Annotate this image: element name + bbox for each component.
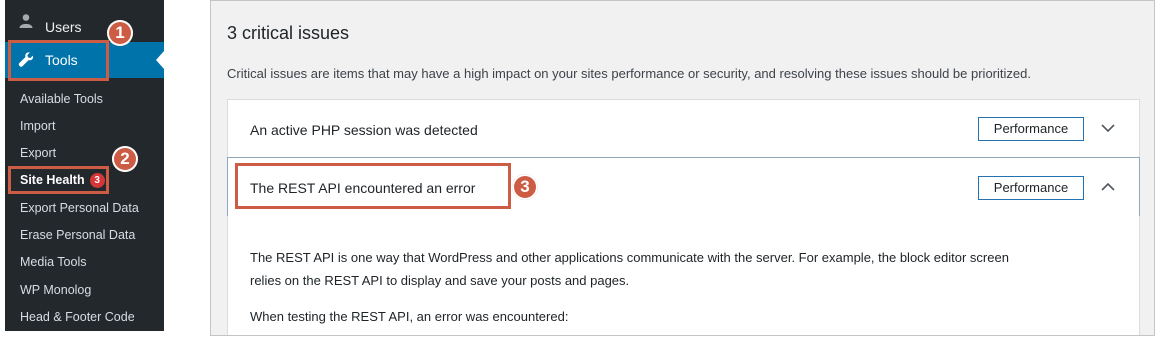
submenu-item-export[interactable]: Export (20, 146, 56, 160)
chevron-up-icon[interactable] (1100, 179, 1116, 195)
users-icon (19, 14, 33, 28)
performance-badge: Performance (978, 176, 1084, 200)
submenu-item-head-footer-code[interactable]: Head & Footer Code (20, 310, 135, 324)
submenu-item-erase-personal-data[interactable]: Erase Personal Data (20, 228, 135, 242)
step-marker-3: 3 (512, 174, 538, 200)
critical-issues-description: Critical issues are items that may have … (227, 66, 1031, 81)
issue-accordion-php-session[interactable]: An active PHP session was detected Perfo… (227, 99, 1140, 158)
step-marker-2: 2 (112, 146, 138, 172)
current-menu-arrow (156, 51, 164, 69)
submenu-item-wp-monolog[interactable]: WP Monolog (20, 283, 91, 297)
highlight-rest-api-issue (235, 163, 511, 209)
issue-title: An active PHP session was detected (250, 122, 478, 138)
highlight-tools (8, 40, 109, 81)
performance-badge: Performance (978, 117, 1084, 141)
submenu-item-media-tools[interactable]: Media Tools (20, 255, 86, 269)
menu-item-users-label: Users (45, 19, 82, 35)
issue-details-text-line: The REST API is one way that WordPress a… (250, 250, 1009, 265)
issue-details-text-line: relies on the REST API to display and sa… (250, 273, 630, 288)
critical-issues-heading: 3 critical issues (227, 23, 350, 43)
issue-details-panel: The REST API is one way that WordPress a… (227, 216, 1140, 335)
submenu-item-import[interactable]: Import (20, 119, 55, 133)
step-marker-1: 1 (107, 20, 133, 46)
chevron-down-icon[interactable] (1100, 120, 1116, 136)
highlight-site-health (8, 166, 109, 194)
submenu-item-export-personal-data[interactable]: Export Personal Data (20, 201, 139, 215)
submenu-item-available-tools[interactable]: Available Tools (20, 92, 103, 106)
issue-details-error-line: When testing the REST API, an error was … (250, 309, 569, 324)
menu-item-users[interactable]: Users (5, 0, 164, 40)
